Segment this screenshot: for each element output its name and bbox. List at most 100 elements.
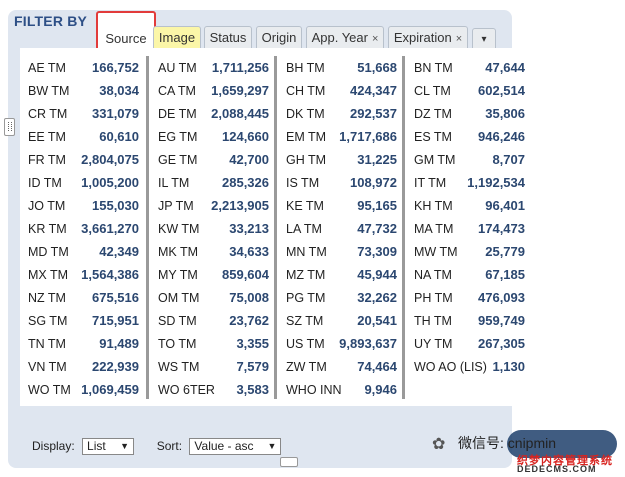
source-label: IL TM [158, 175, 190, 190]
close-icon[interactable]: × [456, 33, 462, 45]
list-item[interactable]: NZ TM 675,516 [20, 286, 145, 309]
source-label: NZ TM [28, 290, 66, 305]
tab-origin-label: Origin [261, 30, 297, 45]
list-item[interactable]: WO 6TER 3,583 [150, 378, 275, 401]
list-item[interactable]: MZ TM 45,944 [278, 263, 403, 286]
list-item[interactable]: UY TM 267,305 [406, 332, 531, 355]
list-item[interactable]: ES TM 946,246 [406, 125, 531, 148]
list-item[interactable]: SD TM 23,762 [150, 309, 275, 332]
list-item[interactable]: CL TM 602,514 [406, 79, 531, 102]
list-item[interactable]: CR TM 331,079 [20, 102, 145, 125]
tab-expiration[interactable]: Expiration × [388, 26, 468, 48]
source-count: 96,401 [485, 198, 525, 213]
list-item[interactable]: DK TM 292,537 [278, 102, 403, 125]
list-item[interactable]: ZW TM 74,464 [278, 355, 403, 378]
chevron-down-icon: ▾ [481, 34, 487, 45]
tab-status[interactable]: Status [204, 26, 252, 48]
source-count: 267,305 [478, 336, 525, 351]
source-label: AE TM [28, 60, 66, 75]
list-item[interactable]: ID TM 1,005,200 [20, 171, 145, 194]
watermark-text: 微信号: cnipmin [458, 435, 557, 451]
display-select[interactable]: List ▼ [82, 438, 135, 455]
list-item[interactable]: SZ TM 20,541 [278, 309, 403, 332]
source-count: 47,732 [357, 221, 397, 236]
list-item[interactable]: BH TM 51,668 [278, 56, 403, 79]
source-count: 959,749 [478, 313, 525, 328]
list-item[interactable]: CA TM 1,659,297 [150, 79, 275, 102]
tab-app-year[interactable]: App. Year × [306, 26, 384, 48]
list-item[interactable]: BW TM 38,034 [20, 79, 145, 102]
list-item[interactable]: KW TM 33,213 [150, 217, 275, 240]
list-item[interactable]: CH TM 424,347 [278, 79, 403, 102]
source-label: SZ TM [286, 313, 324, 328]
list-item[interactable]: GE TM 42,700 [150, 148, 275, 171]
tab-image-label: Image [158, 30, 196, 45]
more-tabs-button[interactable]: ▾ [472, 28, 496, 50]
list-item[interactable]: BN TM 47,644 [406, 56, 531, 79]
list-item[interactable]: MD TM 42,349 [20, 240, 145, 263]
list-item[interactable]: MX TM 1,564,386 [20, 263, 145, 286]
tab-origin[interactable]: Origin [256, 26, 302, 48]
list-item[interactable]: PH TM 476,093 [406, 286, 531, 309]
list-item[interactable]: AU TM 1,711,256 [150, 56, 275, 79]
source-count: 75,008 [229, 290, 269, 305]
list-item[interactable]: IT TM 1,192,534 [406, 171, 531, 194]
list-item[interactable]: MK TM 34,633 [150, 240, 275, 263]
source-count: 602,514 [478, 83, 525, 98]
column-divider [146, 56, 149, 399]
list-item[interactable]: MN TM 73,309 [278, 240, 403, 263]
list-item[interactable]: EM TM 1,717,686 [278, 125, 403, 148]
display-label: Display: [32, 438, 75, 453]
list-item[interactable]: WS TM 7,579 [150, 355, 275, 378]
list-item[interactable]: PG TM 32,262 [278, 286, 403, 309]
list-item[interactable]: JO TM 155,030 [20, 194, 145, 217]
list-item[interactable]: OM TM 75,008 [150, 286, 275, 309]
list-item[interactable]: IS TM 108,972 [278, 171, 403, 194]
list-item[interactable]: FR TM 2,804,075 [20, 148, 145, 171]
list-item[interactable]: TO TM 3,355 [150, 332, 275, 355]
list-item[interactable]: WO AO (LIS) 1,130 [406, 355, 531, 378]
list-item[interactable]: AE TM 166,752 [20, 56, 145, 79]
source-label: TN TM [28, 336, 66, 351]
source-count: 3,661,270 [81, 221, 139, 236]
source-count: 1,564,386 [81, 267, 139, 282]
list-item[interactable]: WHO INN 9,946 [278, 378, 403, 401]
list-item[interactable]: NA TM 67,185 [406, 263, 531, 286]
source-count: 25,779 [485, 244, 525, 259]
list-item[interactable]: EE TM 60,610 [20, 125, 145, 148]
source-count: 2,088,445 [211, 106, 269, 121]
list-item[interactable]: TN TM 91,489 [20, 332, 145, 355]
source-label: FR TM [28, 152, 66, 167]
source-count: 9,946 [364, 382, 397, 397]
source-count: 285,326 [222, 175, 269, 190]
list-item[interactable]: JP TM 2,213,905 [150, 194, 275, 217]
list-item[interactable]: MY TM 859,604 [150, 263, 275, 286]
sort-label: Sort: [156, 438, 183, 453]
list-item[interactable]: MW TM 25,779 [406, 240, 531, 263]
sort-select[interactable]: Value - asc ▼ [189, 438, 282, 455]
list-item[interactable]: KE TM 95,165 [278, 194, 403, 217]
source-label: CA TM [158, 83, 196, 98]
list-item[interactable]: EG TM 124,660 [150, 125, 275, 148]
list-item[interactable]: SG TM 715,951 [20, 309, 145, 332]
list-item[interactable]: GM TM 8,707 [406, 148, 531, 171]
list-item[interactable]: LA TM 47,732 [278, 217, 403, 240]
list-item[interactable]: VN TM 222,939 [20, 355, 145, 378]
list-item[interactable]: US TM 9,893,637 [278, 332, 403, 355]
close-icon[interactable]: × [372, 33, 378, 45]
list-item[interactable]: KR TM 3,661,270 [20, 217, 145, 240]
tab-expiration-label: Expiration [393, 30, 452, 45]
list-item[interactable]: TH TM 959,749 [406, 309, 531, 332]
list-item[interactable]: MA TM 174,473 [406, 217, 531, 240]
list-item[interactable]: KH TM 96,401 [406, 194, 531, 217]
resize-handle-bottom[interactable] [280, 457, 298, 467]
list-item[interactable]: IL TM 285,326 [150, 171, 275, 194]
source-count: 476,093 [478, 290, 525, 305]
list-item[interactable]: WO TM 1,069,459 [20, 378, 145, 401]
resize-handle-left[interactable] [4, 118, 15, 136]
source-label: SD TM [158, 313, 197, 328]
list-item[interactable]: DE TM 2,088,445 [150, 102, 275, 125]
list-item[interactable]: GH TM 31,225 [278, 148, 403, 171]
tab-image[interactable]: Image [153, 26, 201, 48]
list-item[interactable]: DZ TM 35,806 [406, 102, 531, 125]
